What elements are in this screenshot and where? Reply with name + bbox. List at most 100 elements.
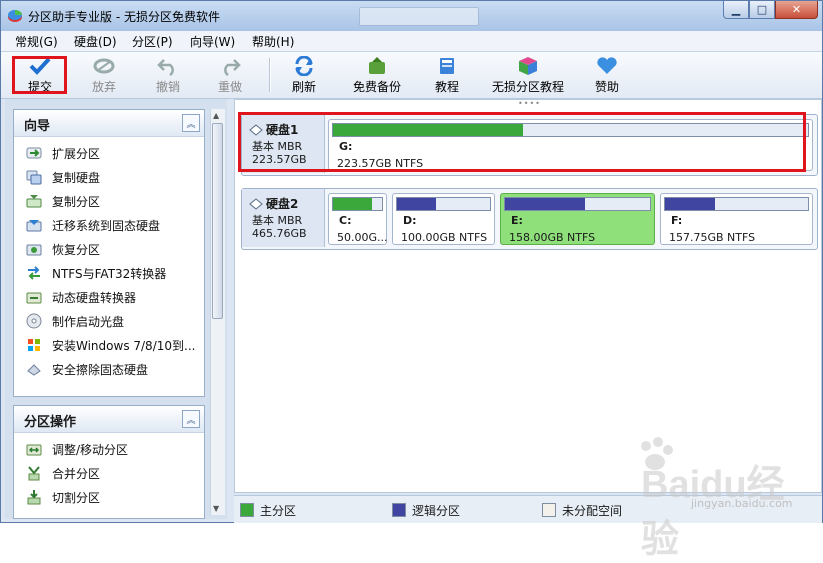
undo-label: 撤销 — [155, 80, 180, 94]
menu-disk[interactable]: 硬盘(D) — [74, 33, 117, 50]
partition-usage-fill — [333, 198, 373, 210]
lossless-tutorial-button[interactable]: 无损分区教程 — [488, 52, 568, 98]
wizard-extend-partition[interactable]: 扩展分区 — [14, 141, 204, 165]
list-item-label: 切割分区 — [52, 491, 101, 505]
collapse-button[interactable]: ︽ — [182, 410, 200, 428]
minimize-button[interactable]: ▁ — [723, 1, 749, 19]
convert-icon — [28, 266, 40, 280]
windows-icon — [28, 339, 40, 351]
copy-disk-icon — [26, 170, 42, 185]
menu-general[interactable]: 常规(G) — [15, 33, 58, 50]
legend-logical: 逻辑分区 — [392, 502, 460, 519]
free-backup-label: 免费备份 — [352, 80, 401, 94]
close-button[interactable]: ✕ — [775, 1, 818, 19]
heart-icon — [597, 57, 617, 74]
tutorial-button[interactable]: 教程 — [417, 52, 477, 98]
wizard-copy-partition[interactable]: 复制分区 — [14, 189, 204, 213]
wizard-make-bootable-cd[interactable]: 制作启动光盘 — [14, 309, 204, 333]
disk-size: 465.76GB — [252, 227, 307, 240]
sponsor-label: 赞助 — [594, 80, 619, 94]
disk-1-highlight-box — [238, 112, 806, 172]
op-merge[interactable]: 合并分区 — [14, 461, 204, 485]
partition-usage-bar — [664, 197, 809, 211]
list-item-label: 合并分区 — [52, 467, 101, 481]
list-item-label: 复制硬盘 — [52, 171, 101, 185]
partition-f[interactable]: F: 157.75GB NTFS — [660, 193, 813, 245]
menu-wizard[interactable]: 向导(W) — [190, 33, 235, 50]
left-scrollbar[interactable]: ▲ ▼ — [210, 109, 225, 515]
unallocated-swatch — [542, 503, 556, 517]
refresh-button[interactable]: 刷新 — [274, 52, 334, 98]
partition-size-fs: 158.00GB NTFS — [509, 231, 596, 244]
sponsor-button[interactable]: 赞助 — [577, 52, 637, 98]
disk-2-row[interactable]: 硬盘2 基本 MBR 465.76GB C: 50.00G... D: 100.… — [241, 188, 818, 250]
partition-ops-title: 分区操作 — [24, 415, 77, 430]
list-item-label: 扩展分区 — [52, 147, 101, 161]
partition-size-fs: 100.00GB NTFS — [401, 231, 488, 244]
title-bar: 分区助手专业版 - 无损分区免费软件 ▁ □ ✕ — [1, 1, 822, 31]
wizard-dynamic-disk-converter[interactable]: 动态硬盘转换器 — [14, 285, 204, 309]
redo-label: 重做 — [217, 80, 242, 94]
scrollbar-thumb[interactable] — [212, 123, 223, 319]
list-item-label: 迁移系统到固态硬盘 — [52, 219, 161, 233]
splitter-grip[interactable]: •••• — [518, 99, 541, 108]
partition-e[interactable]: E: 158.00GB NTFS — [500, 193, 655, 245]
resize-icon — [26, 444, 42, 456]
undo-button[interactable]: 撤销 — [138, 52, 198, 98]
list-item-label: 恢复分区 — [52, 243, 101, 257]
partition-usage-bar — [332, 197, 383, 211]
watermark-url: jingyan.baidu.com — [691, 497, 793, 510]
list-item-label: 安全擦除固态硬盘 — [52, 363, 149, 377]
migrate-os-icon — [26, 220, 42, 232]
scroll-down-arrow-icon[interactable]: ▼ — [213, 504, 219, 513]
tutorial-icon — [440, 58, 454, 74]
partition-d[interactable]: D: 100.00GB NTFS — [392, 193, 495, 245]
partition-letter: C: — [339, 214, 352, 227]
wizard-secure-erase-ssd[interactable]: 安全擦除固态硬盘 — [14, 357, 204, 381]
disk-name: 硬盘2 — [266, 197, 299, 211]
disk-2-info[interactable]: 硬盘2 基本 MBR 465.76GB — [242, 189, 325, 247]
list-item-label: 动态硬盘转换器 — [52, 291, 137, 305]
app-logo-icon — [8, 10, 22, 22]
lossless-tutorial-label: 无损分区教程 — [491, 80, 564, 94]
discard-button[interactable]: 放弃 — [74, 52, 134, 98]
split-icon — [27, 490, 41, 505]
partition-letter: F: — [671, 214, 683, 227]
menu-help[interactable]: 帮助(H) — [252, 33, 294, 50]
discard-icon — [93, 58, 115, 74]
logical-swatch — [392, 503, 406, 517]
redo-button[interactable]: 重做 — [200, 52, 260, 98]
refresh-icon — [295, 56, 313, 76]
primary-swatch — [240, 503, 254, 517]
wizard-panel-header: 向导 ︽ — [14, 110, 204, 137]
app-window: 分区助手专业版 - 无损分区免费软件 ▁ □ ✕ 常规(G) 硬盘(D) 分区(… — [0, 0, 823, 561]
free-backup-button[interactable]: 免费备份 — [346, 52, 408, 98]
legend-unallocated: 未分配空间 — [542, 502, 622, 519]
left-pane: 向导 ︽ 扩展分区 复制硬盘 复制分区 迁移系统到固态硬盘 恢复分区 NTFS与… — [5, 99, 227, 519]
scroll-up-arrow-icon[interactable]: ▲ — [213, 111, 219, 120]
list-item-label: NTFS与FAT32转换器 — [52, 267, 167, 281]
wizard-install-windows[interactable]: 安装Windows 7/8/10到... — [14, 333, 204, 357]
wizard-migrate-os[interactable]: 迁移系统到固态硬盘 — [14, 213, 204, 237]
partition-letter: E: — [511, 214, 523, 227]
disc-icon — [26, 313, 42, 329]
wizard-recover-partition[interactable]: 恢复分区 — [14, 237, 204, 261]
collapse-button[interactable]: ︽ — [182, 114, 200, 132]
menu-partition[interactable]: 分区(P) — [132, 33, 173, 50]
op-resize-move[interactable]: 调整/移动分区 — [14, 437, 204, 461]
list-item-label: 复制分区 — [52, 195, 101, 209]
wizard-ntfs-fat32-converter[interactable]: NTFS与FAT32转换器 — [14, 261, 204, 285]
refresh-label: 刷新 — [291, 80, 316, 94]
maximize-button[interactable]: □ — [749, 1, 775, 19]
legend-primary: 主分区 — [240, 502, 296, 519]
window-title: 分区助手专业版 - 无损分区免费软件 — [28, 10, 220, 24]
partition-ops-panel: 分区操作 ︽ 调整/移动分区 合并分区 切割分区 — [13, 405, 205, 519]
redo-icon — [224, 59, 241, 76]
partition-size-fs: 50.00G... — [337, 231, 388, 244]
op-split[interactable]: 切割分区 — [14, 485, 204, 509]
commit-highlight-box — [12, 56, 67, 94]
toolbar-separator — [269, 58, 271, 92]
legend-label: 逻辑分区 — [412, 504, 461, 518]
wizard-copy-disk[interactable]: 复制硬盘 — [14, 165, 204, 189]
partition-c[interactable]: C: 50.00G... — [328, 193, 388, 245]
